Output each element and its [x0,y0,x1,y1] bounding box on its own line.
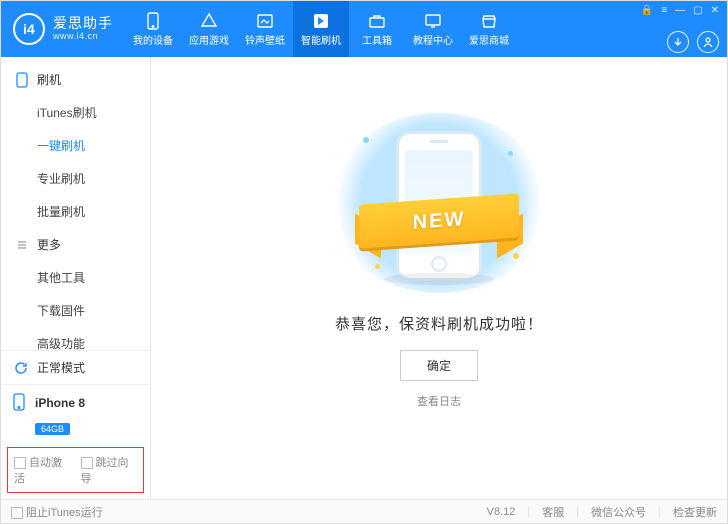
maximize-icon[interactable]: ▢ [693,5,702,16]
device-icon [13,393,27,413]
sidebar-item-itunes-flash[interactable]: iTunes刷机 [1,96,150,129]
refresh-icon [13,360,29,376]
nav-ringtones[interactable]: 铃声壁纸 [237,1,293,57]
new-ribbon-icon: NEW [359,199,519,243]
apps-icon [200,12,218,30]
view-log-link[interactable]: 查看日志 [417,393,461,409]
brand: i4 爱思助手 www.i4.cn [1,1,125,57]
nav-apps[interactable]: 应用游戏 [181,1,237,57]
list-icon [15,238,29,252]
sidebar-item-pro-flash[interactable]: 专业刷机 [1,162,150,195]
nav-toolbox[interactable]: 工具箱 [349,1,405,57]
nav-my-device[interactable]: 我的设备 [125,1,181,57]
sidebar-item-other-tools[interactable]: 其他工具 [1,261,150,294]
toolbox-icon [368,12,386,30]
sidebar-item-download-fw[interactable]: 下载固件 [1,294,150,327]
nav-label: 工具箱 [362,32,392,47]
sidebar-section-more[interactable]: 更多 [1,228,150,261]
user-icon[interactable] [697,31,719,53]
version-label: V8.12 [487,506,516,518]
device-mode-label: 正常模式 [37,359,85,376]
sidebar-item-advanced[interactable]: 高级功能 [1,327,150,350]
phone-icon [144,12,162,30]
phone-outline-icon [15,73,29,87]
sidebar-section-flash[interactable]: 刷机 [1,63,150,96]
nav-label: 智能刷机 [301,32,341,47]
lock-icon[interactable]: 🔒 [641,5,653,16]
skip-wizard-checkbox[interactable]: 跳过向导 [81,454,138,486]
close-icon[interactable]: ✕ [711,5,719,16]
footer-link-wechat[interactable]: 微信公众号 [591,504,646,520]
content-pane: NEW 恭喜您，保资料刷机成功啦！ 确定 查看日志 [151,57,727,499]
brand-logo-icon: i4 [13,13,45,45]
nav-label: 应用游戏 [189,32,229,47]
download-icon[interactable] [667,31,689,53]
success-message: 恭喜您，保资料刷机成功啦！ [335,313,543,334]
ribbon-text: NEW [359,193,519,248]
footer-link-support[interactable]: 客服 [542,504,564,520]
device-mode[interactable]: 正常模式 [1,351,150,385]
wallpaper-icon [256,12,274,30]
checkbox-label: 阻止iTunes运行 [26,507,103,519]
auto-activate-checkbox[interactable]: 自动激活 [14,454,71,486]
window-controls: 🔒 ≡ — ▢ ✕ [637,1,727,57]
top-nav: 我的设备 应用游戏 铃声壁纸 智能刷机 工具箱 教程中心 爱思商城 [125,1,637,57]
sidebar-section-title: 更多 [37,236,61,253]
device-name: iPhone 8 [35,396,85,410]
statusbar: 阻止iTunes运行 V8.12 | 客服 | 微信公众号 | 检查更新 [1,499,727,523]
nav-label: 教程中心 [413,32,453,47]
device-selector[interactable]: iPhone 8 64GB [1,385,150,443]
footer-link-update[interactable]: 检查更新 [673,504,717,520]
nav-label: 爱思商城 [469,32,509,47]
success-illustration: NEW [329,113,549,293]
nav-label: 我的设备 [133,32,173,47]
brand-title: 爱思助手 [53,16,113,31]
flash-options-box: 自动激活 跳过向导 [7,447,144,493]
brand-subtitle: www.i4.cn [53,32,113,42]
tutorial-icon [424,12,442,30]
sidebar-section-title: 刷机 [37,71,61,88]
block-itunes-checkbox[interactable]: 阻止iTunes运行 [11,504,103,520]
nav-label: 铃声壁纸 [245,32,285,47]
store-icon [480,12,498,30]
sidebar-bottom: 正常模式 iPhone 8 64GB 自动激活 跳过向导 [1,350,150,499]
minimize-icon[interactable]: — [675,5,685,16]
main-area: 刷机 iTunes刷机 一键刷机 专业刷机 批量刷机 更多 其他工具 下载固件 … [1,57,727,499]
confirm-button[interactable]: 确定 [400,350,478,381]
device-capacity-badge: 64GB [35,423,70,435]
menu-icon[interactable]: ≡ [661,5,667,16]
titlebar: i4 爱思助手 www.i4.cn 我的设备 应用游戏 铃声壁纸 智能刷机 工具… [1,1,727,57]
nav-flash[interactable]: 智能刷机 [293,1,349,57]
flash-icon [312,12,330,30]
nav-store[interactable]: 爱思商城 [461,1,517,57]
nav-tutorials[interactable]: 教程中心 [405,1,461,57]
sidebar-item-batch-flash[interactable]: 批量刷机 [1,195,150,228]
sidebar-item-oneclick-flash[interactable]: 一键刷机 [1,129,150,162]
sidebar: 刷机 iTunes刷机 一键刷机 专业刷机 批量刷机 更多 其他工具 下载固件 … [1,57,151,499]
